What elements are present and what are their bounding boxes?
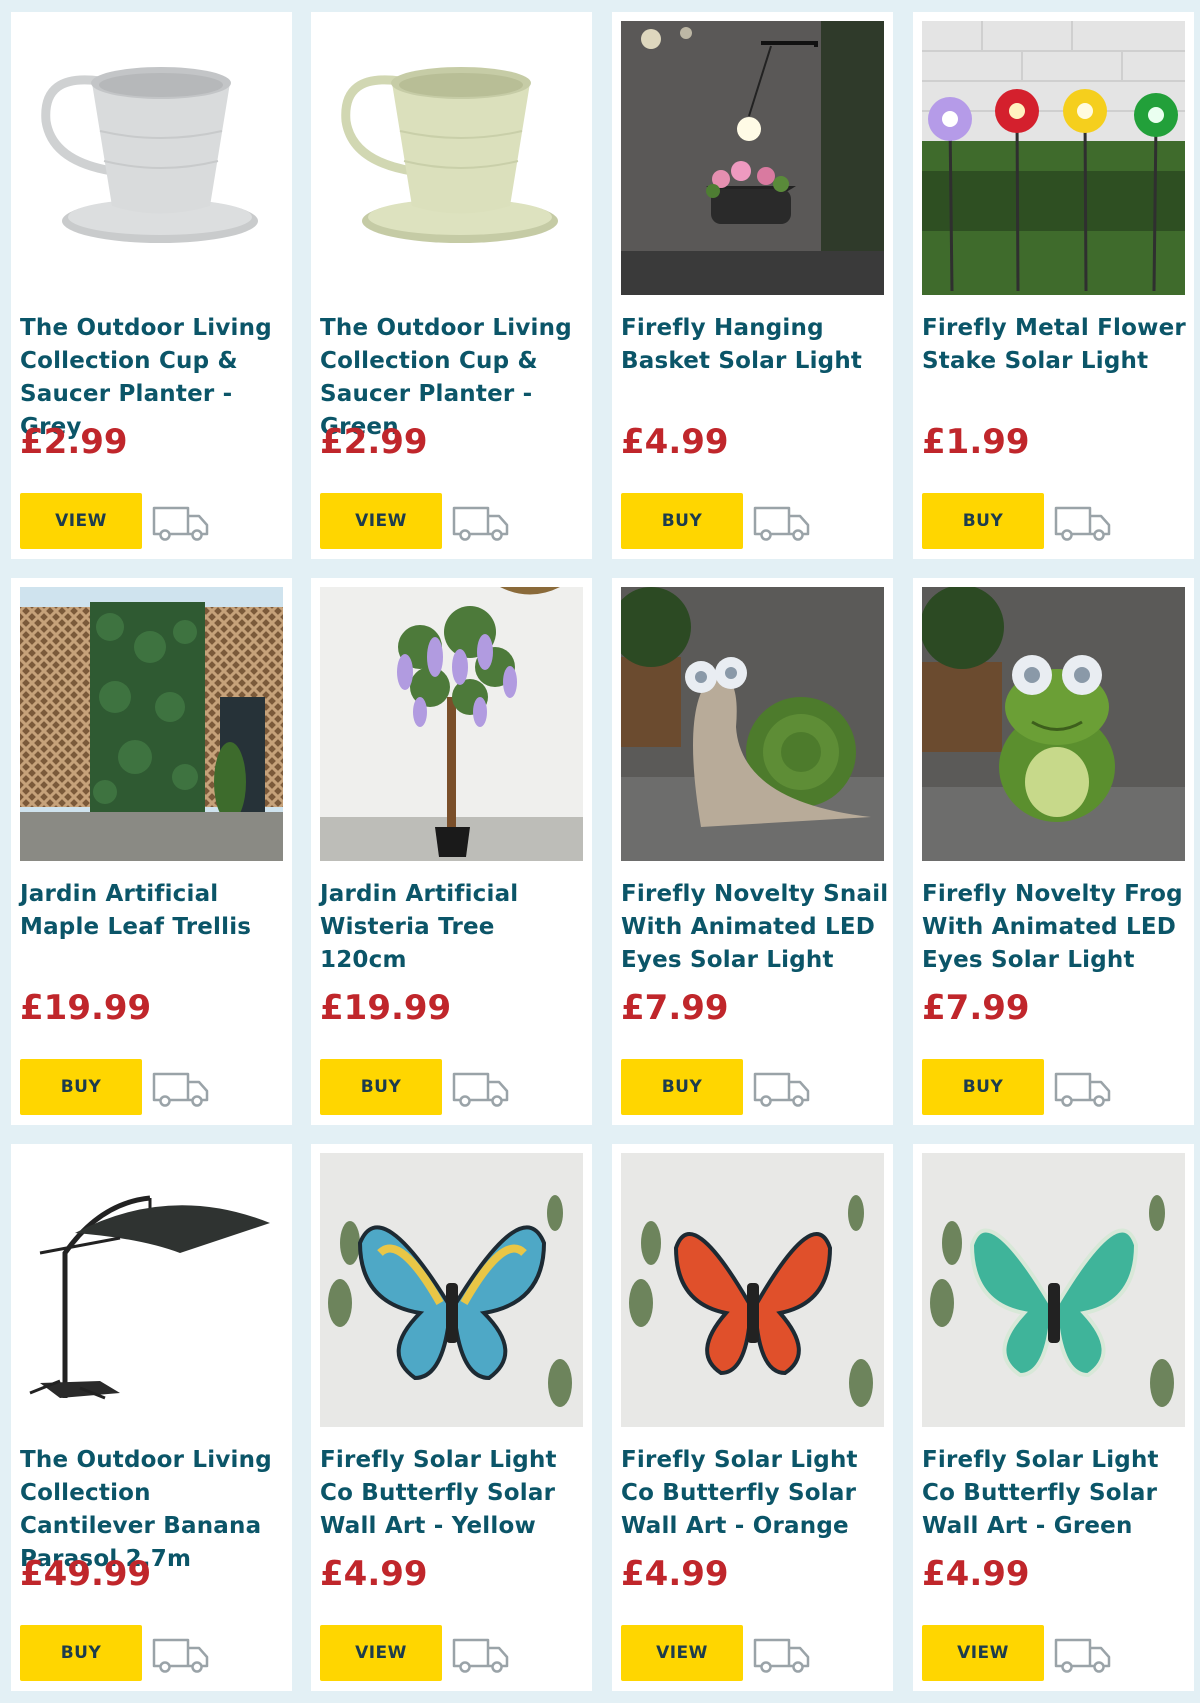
delivery-van-icon (1053, 1634, 1113, 1674)
product-image-banana-parasol[interactable] (20, 1153, 283, 1427)
product-card[interactable]: Firefly Solar Light Co Butterfly Solar W… (913, 1144, 1194, 1691)
product-title[interactable]: Firefly Novelty Snail With Animated LED … (621, 878, 889, 977)
product-price: £7.99 (621, 988, 729, 1028)
delivery-van-icon (752, 1068, 812, 1108)
buy-button[interactable]: BUY (621, 493, 743, 549)
delivery-van-icon (151, 1634, 211, 1674)
product-price: £4.99 (621, 1554, 729, 1594)
product-title[interactable]: Firefly Metal Flower Stake Solar Light (922, 312, 1190, 378)
view-button[interactable]: VIEW (922, 1625, 1044, 1681)
product-image-butterfly-yellow[interactable] (320, 1153, 583, 1427)
product-title[interactable]: Firefly Solar Light Co Butterfly Solar W… (922, 1444, 1190, 1543)
product-title[interactable]: Firefly Solar Light Co Butterfly Solar W… (320, 1444, 588, 1543)
delivery-van-icon (752, 502, 812, 542)
product-price: £4.99 (621, 422, 729, 462)
product-image-frog-light[interactable] (922, 587, 1185, 861)
delivery-van-icon (451, 1634, 511, 1674)
product-image-snail-light[interactable] (621, 587, 884, 861)
product-price: £7.99 (922, 988, 1030, 1028)
product-card[interactable]: Firefly Solar Light Co Butterfly Solar W… (612, 1144, 893, 1691)
product-price: £2.99 (20, 422, 128, 462)
buy-button[interactable]: BUY (621, 1059, 743, 1115)
product-title[interactable]: Firefly Novelty Frog With Animated LED E… (922, 878, 1190, 977)
product-card[interactable]: The Outdoor Living Collection Cup & Sauc… (11, 12, 292, 559)
product-price: £4.99 (320, 1554, 428, 1594)
product-price: £49.99 (20, 1554, 152, 1594)
product-image-flower-stake-light[interactable] (922, 21, 1185, 295)
view-button[interactable]: VIEW (621, 1625, 743, 1681)
product-card[interactable]: Firefly Metal Flower Stake Solar Light £… (913, 12, 1194, 559)
product-image-butterfly-green[interactable] (922, 1153, 1185, 1427)
buy-button[interactable]: BUY (20, 1625, 142, 1681)
product-card[interactable]: The Outdoor Living Collection Cantilever… (11, 1144, 292, 1691)
product-price: £2.99 (320, 422, 428, 462)
product-image-hanging-basket-light[interactable] (621, 21, 884, 295)
view-button[interactable]: VIEW (320, 493, 442, 549)
product-grid: The Outdoor Living Collection Cup & Sauc… (0, 0, 1200, 1703)
delivery-van-icon (451, 1068, 511, 1108)
product-image-grey-cup-planter[interactable] (20, 21, 283, 295)
product-card[interactable]: Jardin Artificial Wisteria Tree 120cm £1… (311, 578, 592, 1125)
product-image-wisteria-tree[interactable] (320, 587, 583, 861)
product-card[interactable]: The Outdoor Living Collection Cup & Sauc… (311, 12, 592, 559)
product-image-butterfly-orange[interactable] (621, 1153, 884, 1427)
buy-button[interactable]: BUY (320, 1059, 442, 1115)
product-title[interactable]: Firefly Hanging Basket Solar Light (621, 312, 889, 378)
delivery-van-icon (151, 1068, 211, 1108)
product-card[interactable]: Firefly Solar Light Co Butterfly Solar W… (311, 1144, 592, 1691)
product-card[interactable]: Jardin Artificial Maple Leaf Trellis £19… (11, 578, 292, 1125)
view-button[interactable]: VIEW (20, 493, 142, 549)
product-price: £1.99 (922, 422, 1030, 462)
product-image-maple-trellis[interactable] (20, 587, 283, 861)
buy-button[interactable]: BUY (922, 493, 1044, 549)
delivery-van-icon (1053, 502, 1113, 542)
view-button[interactable]: VIEW (320, 1625, 442, 1681)
product-title[interactable]: Jardin Artificial Maple Leaf Trellis (20, 878, 288, 944)
product-price: £19.99 (320, 988, 452, 1028)
delivery-van-icon (752, 1634, 812, 1674)
product-price: £19.99 (20, 988, 152, 1028)
delivery-van-icon (1053, 1068, 1113, 1108)
buy-button[interactable]: BUY (20, 1059, 142, 1115)
product-card[interactable]: Firefly Hanging Basket Solar Light £4.99… (612, 12, 893, 559)
delivery-van-icon (451, 502, 511, 542)
delivery-van-icon (151, 502, 211, 542)
product-image-green-cup-planter[interactable] (320, 21, 583, 295)
product-title[interactable]: Firefly Solar Light Co Butterfly Solar W… (621, 1444, 889, 1543)
product-price: £4.99 (922, 1554, 1030, 1594)
product-title[interactable]: Jardin Artificial Wisteria Tree 120cm (320, 878, 588, 977)
buy-button[interactable]: BUY (922, 1059, 1044, 1115)
product-card[interactable]: Firefly Novelty Frog With Animated LED E… (913, 578, 1194, 1125)
product-card[interactable]: Firefly Novelty Snail With Animated LED … (612, 578, 893, 1125)
